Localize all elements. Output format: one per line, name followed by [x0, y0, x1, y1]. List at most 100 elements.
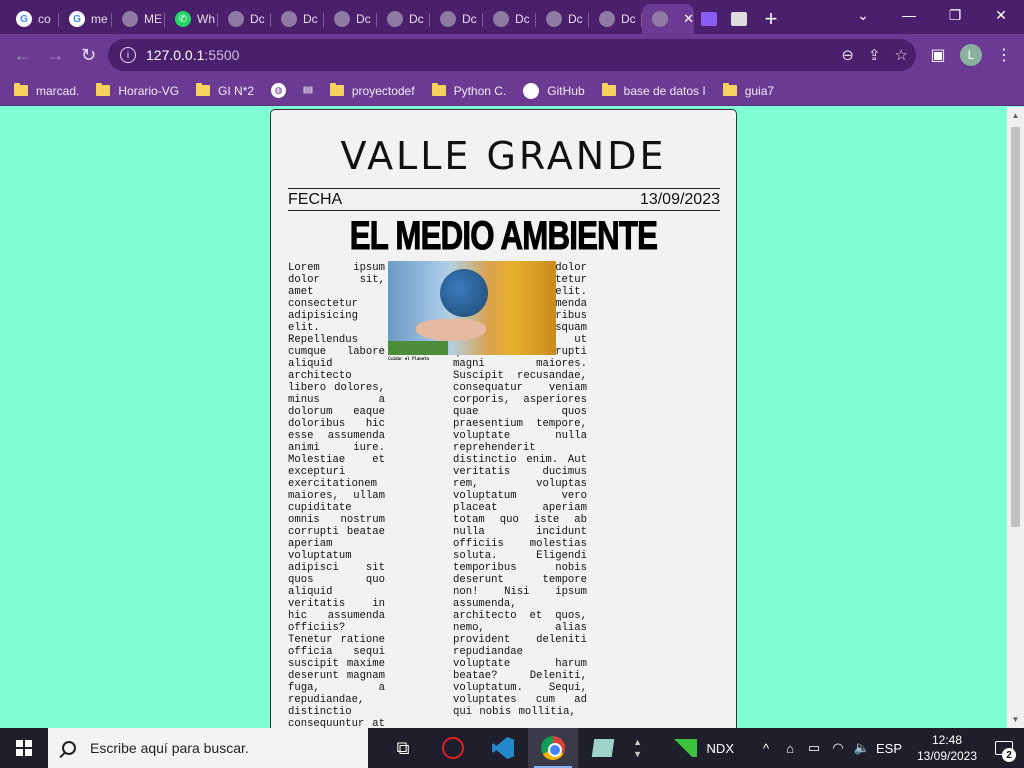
tab-10[interactable]: Dc: [536, 4, 589, 34]
notification-button[interactable]: 2: [984, 728, 1024, 768]
bookmark-item[interactable]: proyectodef: [329, 83, 415, 98]
close-window-button[interactable]: ✕: [978, 0, 1024, 30]
tab-9[interactable]: Dc: [483, 4, 536, 34]
tab-1[interactable]: Gme: [59, 4, 112, 34]
close-tab-icon[interactable]: ✕: [683, 11, 694, 27]
google-icon: G: [69, 11, 85, 27]
tab-5[interactable]: Dc: [271, 4, 324, 34]
tab-7[interactable]: Dc: [377, 4, 430, 34]
new-tab-button[interactable]: +: [754, 4, 788, 34]
newspaper-page: VALLE GRANDE FECHA 13/09/2023 EL MEDIO A…: [270, 109, 737, 728]
page-scrollbar[interactable]: ▲ ▼: [1007, 107, 1024, 728]
github-icon: [523, 82, 540, 99]
taskbar-app-vscode[interactable]: [478, 728, 528, 768]
tab-6[interactable]: Dc: [324, 4, 377, 34]
folder-icon: [96, 83, 111, 96]
tray-scroll-icon[interactable]: ▲ ▼: [631, 736, 645, 760]
globe-icon: [334, 11, 350, 27]
globe-icon: [281, 11, 297, 27]
dateline: FECHA 13/09/2023: [288, 188, 720, 211]
show-hidden-icon[interactable]: ^: [754, 728, 778, 768]
media-tab-icon: [731, 12, 747, 26]
notification-count: 2: [1002, 748, 1016, 762]
tab-strip: Gco Gme ME ✆ Wh Dc Dc Dc Dc Dc Dc Dc Dc ✕ + ⌄ — ❐ ✕: [0, 0, 1024, 34]
bookmark-item[interactable]: Python C.: [431, 83, 507, 98]
headline: EL MEDIO AMBIENTE: [349, 214, 658, 259]
stock-up-icon: [672, 739, 697, 757]
tab-3[interactable]: ✆ Wh: [165, 4, 218, 34]
zoom-icon[interactable]: ⊖: [841, 46, 854, 64]
tab-search-button[interactable]: ⌄: [840, 0, 886, 30]
bookmark-item[interactable]: |||||: [303, 87, 313, 94]
taskbar-search[interactable]: Escribe aquí para buscar.: [48, 728, 368, 768]
taskbar-app-chrome[interactable]: [528, 728, 578, 768]
tab-title: Dc: [621, 12, 636, 26]
scroll-up-icon[interactable]: ▲: [1007, 107, 1024, 124]
tab-4[interactable]: Dc: [218, 4, 271, 34]
forward-button[interactable]: →: [39, 39, 72, 72]
tab-title: me: [91, 12, 108, 26]
photo-caption: Cuidar el Planeta: [388, 356, 429, 361]
start-button[interactable]: [0, 728, 48, 768]
globe-icon: ◍: [271, 83, 287, 98]
volume-icon[interactable]: 🔈: [850, 728, 874, 768]
avatar[interactable]: L: [960, 44, 982, 66]
tab-title: Dc: [409, 12, 424, 26]
minimize-button[interactable]: —: [886, 0, 932, 30]
tab-2[interactable]: ME: [112, 4, 165, 34]
bookmarks-bar: marcad. Horario-VG GI N*2 ◍ ||||| proyectodef…: [0, 76, 1024, 106]
folder-icon: [601, 83, 616, 96]
display-icon[interactable]: ▭: [802, 728, 826, 768]
chrome-icon: [541, 736, 565, 760]
tab-8[interactable]: Dc: [430, 4, 483, 34]
share-icon[interactable]: ⇪: [868, 46, 881, 64]
bookmark-label: proyectodef: [351, 83, 415, 98]
windows-logo-icon: [16, 740, 32, 756]
ndx-ticker[interactable]: NDX: [672, 739, 734, 757]
bookmark-item[interactable]: marcad.: [14, 83, 79, 98]
task-view-button[interactable]: ⧉: [378, 728, 428, 768]
bookmark-item[interactable]: Horario-VG: [96, 83, 180, 98]
date-label: FECHA: [288, 190, 343, 208]
bookmark-item[interactable]: GitHub: [523, 82, 585, 99]
clock-time: 12:48: [931, 733, 963, 747]
taskbar-app-red[interactable]: [428, 728, 478, 768]
scroll-thumb[interactable]: [1011, 127, 1020, 527]
bookmark-item[interactable]: GI N*2: [196, 83, 254, 98]
taskbar-app-notes[interactable]: [578, 728, 628, 768]
tab-extra-1[interactable]: [694, 4, 724, 34]
info-icon[interactable]: i: [120, 47, 136, 63]
language-indicator[interactable]: ESP: [874, 728, 904, 768]
globe-icon: [228, 11, 244, 27]
meet-icon[interactable]: ⌂: [778, 728, 802, 768]
tab-title: Dc: [356, 12, 371, 26]
bookmark-label: Horario-VG: [118, 83, 180, 98]
bookmark-item[interactable]: base de datos I: [601, 83, 706, 98]
tab-0[interactable]: Gco: [6, 4, 59, 34]
tab-extra-2[interactable]: [724, 4, 754, 34]
back-button[interactable]: ←: [6, 39, 39, 72]
bookmark-star-icon[interactable]: ☆: [895, 46, 908, 64]
bookmark-label: GitHub: [547, 83, 585, 98]
address-bar[interactable]: i 127.0.0.1:5500 ⊖ ⇪ ☆: [108, 39, 916, 71]
bookmark-item[interactable]: guia7: [722, 83, 774, 98]
globe-icon: [652, 11, 668, 27]
reload-button[interactable]: ↻: [72, 39, 105, 72]
tab-11[interactable]: Dc: [589, 4, 642, 34]
earth-shape: [440, 269, 488, 317]
tab-active[interactable]: ✕: [642, 4, 694, 34]
folder-icon: [431, 83, 446, 96]
restore-button[interactable]: ❐: [932, 0, 978, 30]
taskbar-apps: ⧉: [378, 728, 628, 768]
taskbar: Escribe aquí para buscar. ⧉ ▲ ▼ NDX ^ ⌂ ▭…: [0, 728, 1024, 768]
bookmark-item[interactable]: ◍: [271, 83, 287, 98]
clock[interactable]: 12:48 13/09/2023: [910, 732, 984, 764]
bookmark-label: Python C.: [453, 83, 507, 98]
window-controls: ⌄ — ❐ ✕: [840, 0, 1024, 30]
menu-kebab-icon[interactable]: ⋮: [992, 38, 1016, 72]
scroll-down-icon[interactable]: ▼: [1007, 711, 1024, 728]
tab-title: Wh: [197, 12, 215, 26]
side-panel-icon[interactable]: ▣: [926, 38, 950, 72]
browser-toolbar: ← → ↻ i 127.0.0.1:5500 ⊖ ⇪ ☆ ▣ L ⋮: [0, 34, 1024, 76]
wifi-icon[interactable]: ◠: [826, 728, 850, 768]
